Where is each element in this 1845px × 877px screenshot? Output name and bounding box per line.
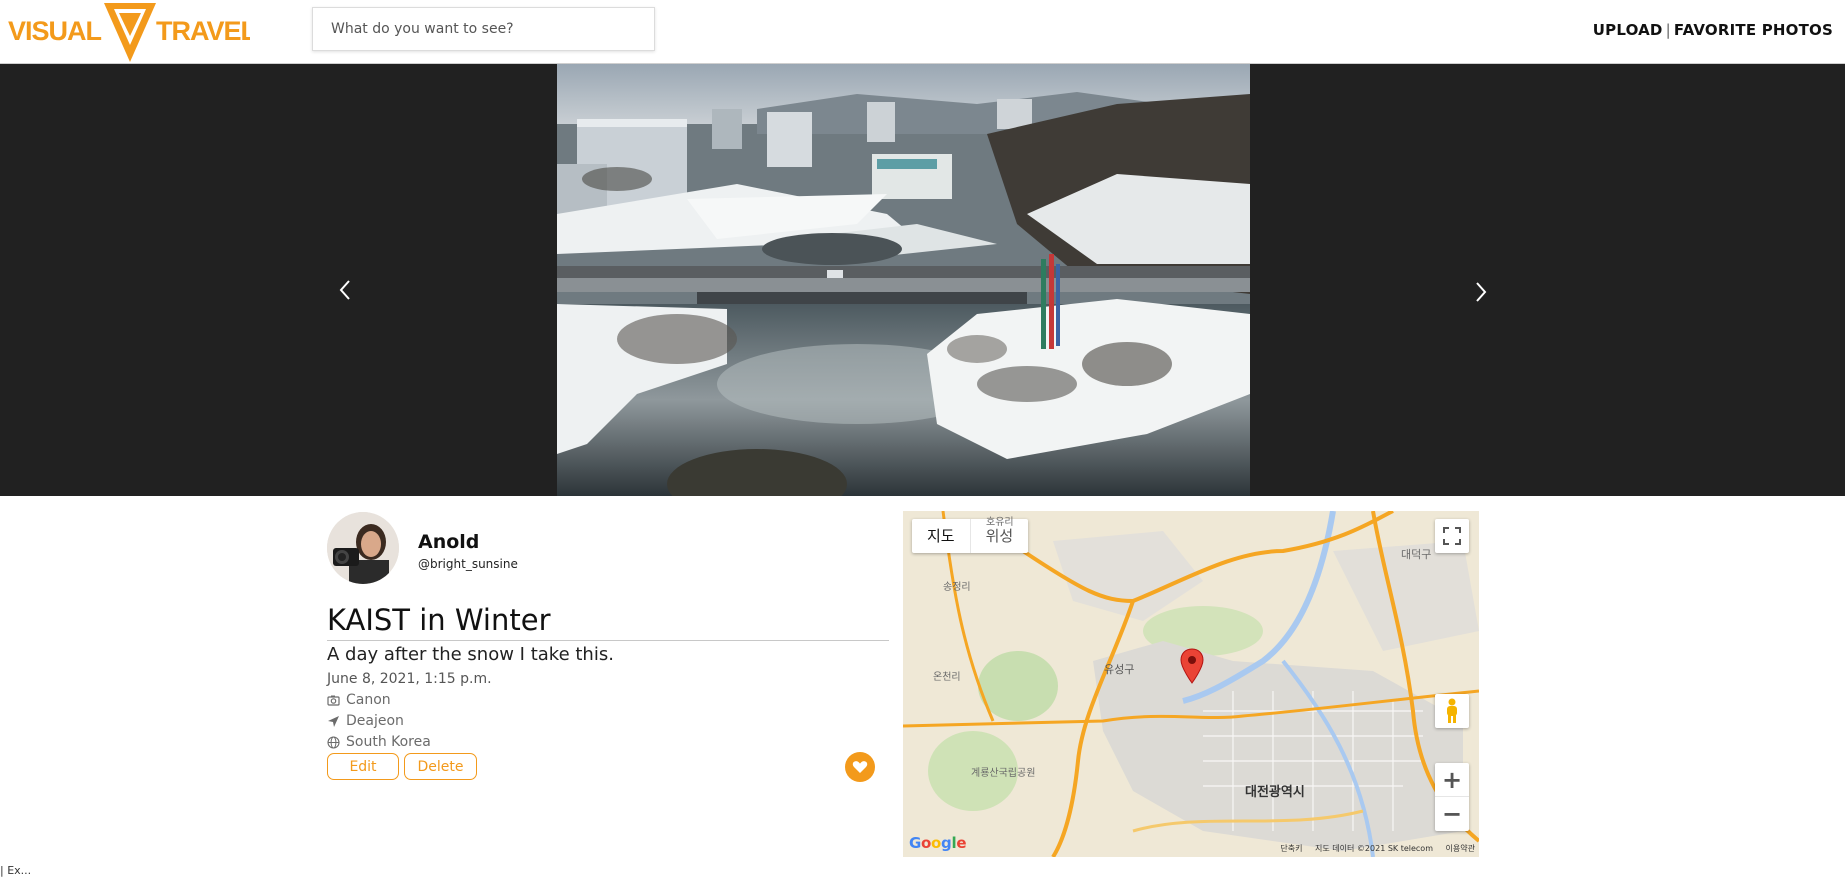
camera-icon bbox=[327, 695, 340, 706]
map-fullscreen-button[interactable] bbox=[1435, 519, 1469, 553]
city-value: Deajeon bbox=[346, 713, 404, 729]
upload-link[interactable]: UPLOAD bbox=[1593, 21, 1663, 39]
nav-separator: | bbox=[1665, 21, 1671, 39]
photo-carousel bbox=[0, 64, 1845, 496]
map-label-daedeok: 대덕구 bbox=[1401, 548, 1432, 561]
map-canvas bbox=[903, 511, 1479, 857]
post-date: June 8, 2021, 1:15 p.m. bbox=[327, 671, 492, 687]
fullscreen-icon bbox=[1443, 527, 1461, 545]
author-name[interactable]: Anold bbox=[418, 531, 479, 553]
camera-row: Canon bbox=[327, 692, 391, 708]
avatar-photo bbox=[327, 512, 399, 584]
zoom-control: + − bbox=[1435, 763, 1469, 831]
footer-text: | Ex... bbox=[0, 864, 32, 877]
carousel-prev-button[interactable] bbox=[330, 270, 360, 310]
map-label-park: 계룡산국립공원 bbox=[971, 768, 1036, 779]
author-handle: @bright_sunsine bbox=[418, 557, 518, 571]
search-input[interactable] bbox=[312, 7, 655, 51]
map-label-west1: 송정리 bbox=[943, 582, 971, 593]
logo-text-left: VISUAL bbox=[8, 16, 102, 46]
google-logo[interactable]: Google bbox=[909, 834, 966, 852]
chevron-right-icon bbox=[1476, 282, 1487, 302]
map-shortcuts-link[interactable]: 단축키 bbox=[1280, 844, 1302, 853]
map-data-text: 지도 데이터 ©2021 SK telecom bbox=[1315, 844, 1433, 853]
zoom-out-button[interactable]: − bbox=[1435, 797, 1469, 831]
country-row: South Korea bbox=[327, 734, 431, 750]
map-label-north: 호유리 bbox=[986, 517, 1014, 528]
kaist-winter-photo bbox=[557, 64, 1250, 496]
map-label-district: 유성구 bbox=[1104, 663, 1135, 676]
camera-value: Canon bbox=[346, 692, 391, 708]
location-arrow-icon bbox=[328, 715, 339, 727]
globe-icon bbox=[327, 735, 340, 749]
carousel-next-button[interactable] bbox=[1466, 272, 1496, 312]
city-row: Deajeon bbox=[327, 713, 404, 729]
zoom-in-button[interactable]: + bbox=[1435, 763, 1469, 797]
visual-travel-logo[interactable]: VISUAL TRAVEL bbox=[6, 0, 250, 64]
post-description: A day after the snow I take this. bbox=[327, 644, 614, 665]
map-label-west2: 온천리 bbox=[933, 672, 961, 683]
street-view-button[interactable] bbox=[1435, 694, 1469, 728]
map-label-city: 대전광역시 bbox=[1245, 785, 1305, 800]
logo-text-right: TRAVEL bbox=[156, 16, 250, 46]
map-type-map-button[interactable]: 지도 bbox=[912, 519, 970, 553]
post-title: KAIST in Winter bbox=[327, 603, 889, 641]
favorite-photos-link[interactable]: FAVORITE PHOTOS bbox=[1674, 21, 1833, 39]
edit-button[interactable]: Edit bbox=[327, 753, 399, 780]
chevron-left-icon bbox=[339, 280, 350, 300]
country-value: South Korea bbox=[346, 734, 431, 750]
top-nav: UPLOAD | FAVORITE PHOTOS bbox=[1593, 21, 1833, 39]
pegman-icon bbox=[1447, 698, 1457, 723]
like-button[interactable] bbox=[845, 752, 875, 782]
heart-icon bbox=[852, 761, 868, 773]
carousel-photo bbox=[557, 64, 1250, 496]
map-marker-icon[interactable] bbox=[1180, 648, 1204, 684]
top-bar: VISUAL TRAVEL UPLOAD|FAVORITE PHOTOS bbox=[0, 0, 1845, 64]
location-map[interactable]: 지도 위성 + − 호유리 송정리 온천리 유성구 대덕구 계룡산국립공원 대전… bbox=[903, 511, 1479, 857]
map-terms-link[interactable]: 이용약관 bbox=[1446, 844, 1475, 853]
delete-button[interactable]: Delete bbox=[404, 753, 477, 780]
author-avatar[interactable] bbox=[327, 512, 399, 584]
map-attribution: 단축키 지도 데이터 ©2021 SK telecom 이용약관 bbox=[1270, 843, 1475, 854]
